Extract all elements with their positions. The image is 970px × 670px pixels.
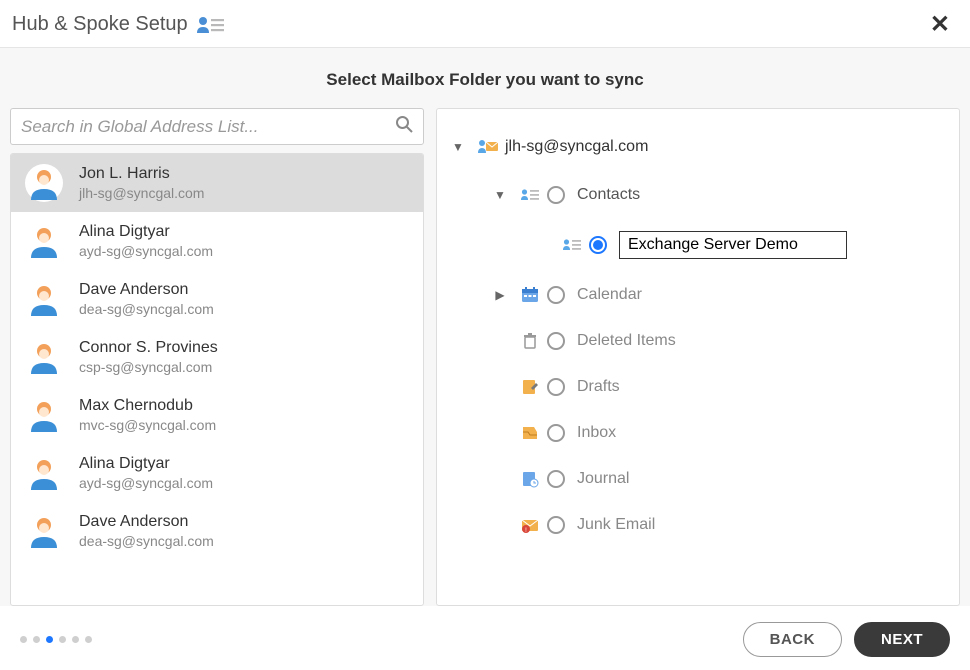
contact-list-item[interactable]: Alina Digtyar ayd-sg@syncgal.com <box>11 212 423 270</box>
caret-down-icon[interactable]: ▼ <box>451 140 465 154</box>
contact-email: dea-sg@syncgal.com <box>79 301 214 317</box>
folder-label: Junk Email <box>577 516 655 534</box>
contact-name: Max Chernodub <box>79 397 216 415</box>
contact-email: jlh-sg@syncgal.com <box>79 185 204 201</box>
contact-email: ayd-sg@syncgal.com <box>79 243 213 259</box>
wizard-dot <box>20 636 27 643</box>
next-button[interactable]: NEXT <box>854 622 950 657</box>
contact-name: Jon L. Harris <box>79 165 204 183</box>
folder-tree-panel: ▼ jlh-sg@syncgal.com ▼ <box>436 108 960 606</box>
contact-list-item[interactable]: Alina Digtyar ayd-sg@syncgal.com <box>11 444 423 502</box>
back-button[interactable]: BACK <box>743 622 842 657</box>
folder-radio[interactable] <box>547 378 565 396</box>
contact-list-item[interactable]: Dave Anderson dea-sg@syncgal.com <box>11 270 423 328</box>
folder-radio[interactable] <box>547 286 565 304</box>
avatar-icon <box>25 280 63 318</box>
contact-name: Alina Digtyar <box>79 455 213 473</box>
tree-folder-row[interactable]: Journal <box>451 459 945 499</box>
folder-radio[interactable] <box>547 516 565 534</box>
contact-email: csp-sg@syncgal.com <box>79 359 218 375</box>
trash-icon <box>519 332 541 350</box>
avatar-icon <box>25 338 63 376</box>
caret-down-icon[interactable]: ▼ <box>493 188 507 202</box>
wizard-dot <box>59 636 66 643</box>
contact-name: Dave Anderson <box>79 281 214 299</box>
tree-folder-row[interactable]: ! Junk Email <box>451 505 945 545</box>
contact-name: Connor S. Provines <box>79 339 218 357</box>
tree-folder-row[interactable]: Drafts <box>451 367 945 407</box>
search-input[interactable] <box>21 117 395 137</box>
mailbox-label: jlh-sg@syncgal.com <box>505 138 648 156</box>
folder-label: Journal <box>577 470 629 488</box>
tree-folder-row[interactable]: Inbox <box>451 413 945 453</box>
drafts-icon <box>519 378 541 396</box>
wizard-dot <box>33 636 40 643</box>
tree-folder-row[interactable]: Deleted Items <box>451 321 945 361</box>
journal-icon <box>519 470 541 488</box>
caret-right-icon[interactable]: ▶ <box>493 288 507 302</box>
tree-folder-row[interactable]: ▶ Calendar <box>451 275 945 315</box>
folder-radio[interactable] <box>547 332 565 350</box>
avatar-icon <box>25 512 63 550</box>
contact-name: Alina Digtyar <box>79 223 213 241</box>
avatar-icon <box>25 222 63 260</box>
contact-email: ayd-sg@syncgal.com <box>79 475 213 491</box>
header: Hub & Spoke Setup ✕ <box>0 0 970 48</box>
avatar-icon <box>25 396 63 434</box>
page-title: Hub & Spoke Setup <box>12 13 188 36</box>
selected-folder-input[interactable] <box>619 231 847 259</box>
main-panels: Jon L. Harris jlh-sg@syncgal.com Alina Dig… <box>0 108 970 606</box>
footer: BACK NEXT <box>0 606 970 657</box>
section-subtitle: Select Mailbox Folder you want to sync <box>0 48 970 108</box>
search-icon[interactable] <box>395 115 413 138</box>
junk-icon: ! <box>519 516 541 534</box>
folder-label: Inbox <box>577 424 616 442</box>
contacts-radio[interactable] <box>547 186 565 204</box>
wizard-progress-dots <box>20 636 92 643</box>
folder-list: ▶ Calendar Deleted Items Drafts Inbox Journal… <box>451 275 945 545</box>
contacts-label: Contacts <box>577 186 640 204</box>
folder-radio[interactable] <box>547 470 565 488</box>
contact-list-item[interactable]: Jon L. Harris jlh-sg@syncgal.com <box>11 154 423 212</box>
inbox-icon <box>519 424 541 442</box>
left-panel: Jon L. Harris jlh-sg@syncgal.com Alina Dig… <box>10 108 424 606</box>
contacts-icon <box>519 188 541 202</box>
contact-name: Dave Anderson <box>79 513 214 531</box>
contacts-icon <box>196 15 226 35</box>
selected-folder-radio[interactable] <box>589 236 607 254</box>
wizard-dot <box>46 636 53 643</box>
contact-email: dea-sg@syncgal.com <box>79 533 214 549</box>
mailbox-icon <box>477 139 499 155</box>
folder-radio[interactable] <box>547 424 565 442</box>
tree-contacts-row[interactable]: ▼ Contacts <box>451 175 945 215</box>
search-box[interactable] <box>10 108 424 145</box>
avatar-icon <box>25 164 63 202</box>
contacts-icon <box>561 238 583 252</box>
contact-list[interactable]: Jon L. Harris jlh-sg@syncgal.com Alina Dig… <box>10 153 424 606</box>
contact-list-item[interactable]: Dave Anderson dea-sg@syncgal.com <box>11 502 423 560</box>
close-button[interactable]: ✕ <box>926 10 954 39</box>
contact-list-item[interactable]: Max Chernodub mvc-sg@syncgal.com <box>11 386 423 444</box>
tree-mailbox-row[interactable]: ▼ jlh-sg@syncgal.com <box>451 127 945 167</box>
wizard-dot <box>85 636 92 643</box>
wizard-dot <box>72 636 79 643</box>
folder-label: Drafts <box>577 378 620 396</box>
avatar-icon <box>25 454 63 492</box>
contact-list-item[interactable]: Connor S. Provines csp-sg@syncgal.com <box>11 328 423 386</box>
tree-selected-folder-row[interactable] <box>451 225 945 265</box>
contact-email: mvc-sg@syncgal.com <box>79 417 216 433</box>
calendar-icon <box>519 286 541 304</box>
folder-label: Deleted Items <box>577 332 676 350</box>
folder-label: Calendar <box>577 286 642 304</box>
